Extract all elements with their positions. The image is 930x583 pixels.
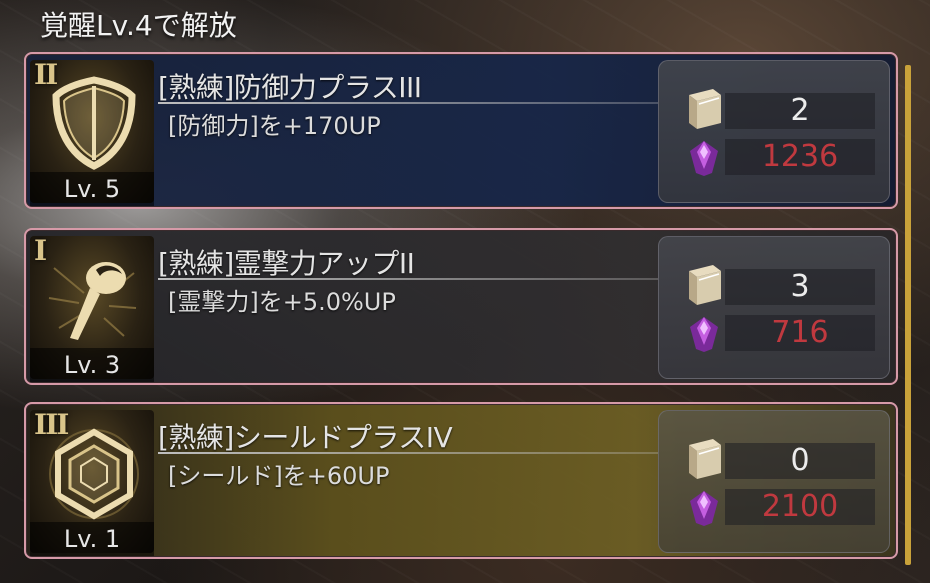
book-cost-value: 2: [725, 93, 875, 129]
cost-panel: 2 1236: [658, 60, 890, 203]
scrollbar[interactable]: [905, 65, 911, 565]
gem-cost-value: 716: [725, 315, 875, 351]
skill-rank-badge: I: [34, 234, 47, 267]
skill-title: [熟練]防御力プラスIII: [158, 71, 422, 104]
skill-description: [シールド]を+60UP: [168, 462, 390, 490]
skill-level-label: Lv. 3: [30, 348, 154, 382]
power-orb-icon: [48, 262, 137, 340]
skill-description: [防御力]を+170UP: [168, 112, 381, 140]
skill-card-spirit-attack[interactable]: I Lv. 3 [熟練]霊撃力アップII [霊撃力]を+5.0%UP 3 716: [24, 228, 898, 385]
purple-gem-icon: [690, 141, 718, 176]
book-cost-value: 3: [725, 269, 875, 305]
skill-card-defense[interactable]: II Lv. 5 [熟練]防御力プラスIII [防御力]を+170UP 2 12…: [24, 52, 898, 209]
gem-cost-value: 1236: [725, 139, 875, 175]
unlock-condition-header: 覚醒Lv.4で解放: [40, 9, 237, 42]
skill-title: [熟練]シールドプラスIV: [158, 421, 453, 454]
book-cost-value: 0: [725, 443, 875, 479]
cost-panel: 0 2100: [658, 410, 890, 553]
cost-panel: 3 716: [658, 236, 890, 379]
skill-level-label: Lv. 1: [30, 522, 154, 556]
title-underline: [158, 102, 658, 104]
gem-cost-value: 2100: [725, 489, 875, 525]
book-icon: [689, 439, 721, 479]
shield-icon: [52, 76, 136, 170]
purple-gem-icon: [690, 317, 718, 352]
skill-level-label: Lv. 5: [30, 172, 154, 206]
skill-card-shield[interactable]: III Lv. 1 [熟練]シールドプラスIV [シールド]を+60UP 0 2…: [24, 402, 898, 559]
title-underline: [158, 278, 658, 280]
book-icon: [689, 265, 721, 305]
skill-title: [熟練]霊撃力アップII: [158, 247, 415, 280]
skill-rank-badge: II: [34, 58, 58, 91]
book-icon: [689, 89, 721, 129]
skill-description: [霊撃力]を+5.0%UP: [168, 288, 396, 316]
title-underline: [158, 452, 658, 454]
skill-rank-badge: III: [34, 408, 69, 441]
purple-gem-icon: [690, 491, 718, 526]
